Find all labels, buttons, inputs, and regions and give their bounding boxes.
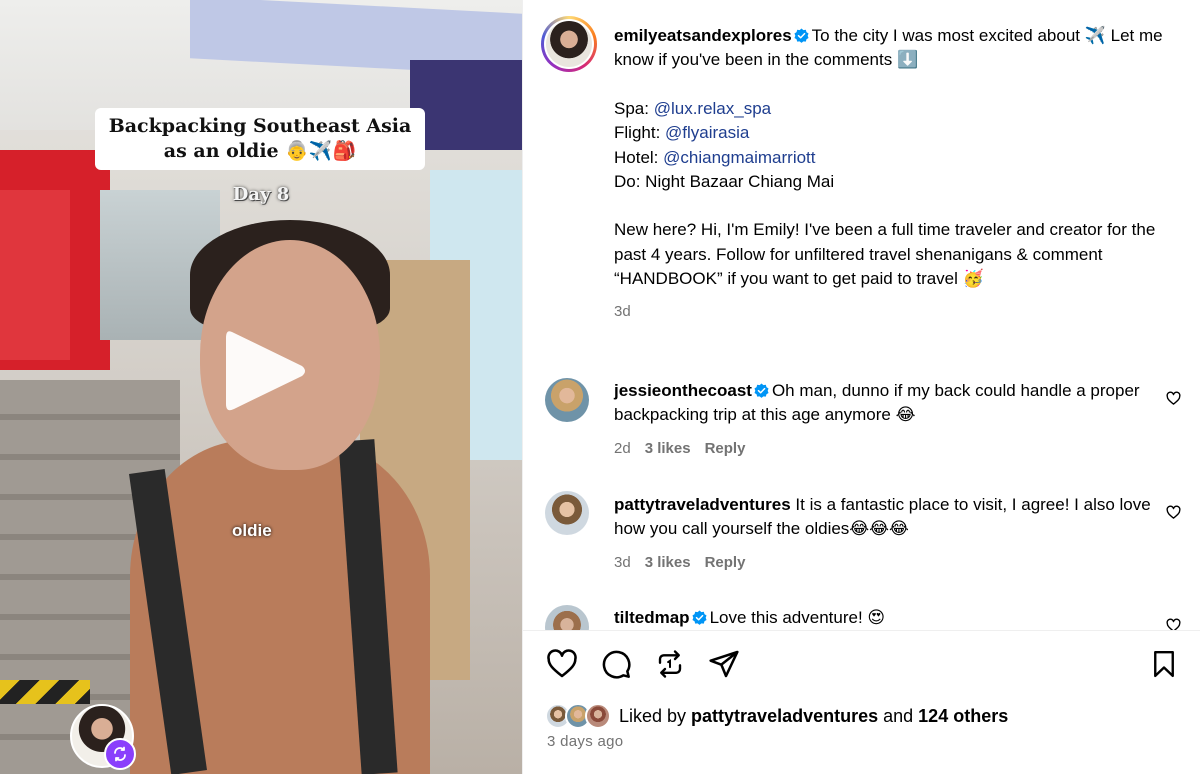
comment-likes[interactable]: 3 likes (645, 554, 691, 571)
comment-avatar[interactable] (545, 491, 589, 535)
caption-spa-label: Spa: (614, 98, 654, 118)
video-scene-wall-panel (0, 190, 70, 360)
liked-by-and: and (878, 706, 919, 726)
comment-item: pattytraveladventures It is a fantastic … (614, 493, 1174, 575)
post-caption: emilyeatsandexplores To the city I was mo… (614, 24, 1174, 324)
mention-link-flight[interactable]: @flyairasia (665, 123, 749, 142)
comment-reply-button[interactable]: Reply (705, 554, 746, 571)
comment-avatar[interactable] (545, 605, 589, 630)
comments-scroll-area[interactable]: emilyeatsandexplores To the city I was mo… (523, 0, 1200, 630)
comment-username[interactable]: pattytraveladventures (614, 495, 791, 514)
video-overlay-title: Backpacking Southeast Asia as an oldie 👵… (95, 108, 425, 170)
comment-time[interactable]: 3d (614, 554, 631, 571)
comment-likes[interactable]: 3 likes (645, 440, 691, 457)
comment-like-heart-icon[interactable] (1166, 505, 1181, 520)
comment-reply-button[interactable]: Reply (705, 440, 746, 457)
caption-do-line: Do: Night Bazaar Chiang Mai (614, 172, 835, 192)
video-overlay-title-line: Backpacking Southeast Asia (108, 115, 412, 137)
liked-by-avatar (585, 703, 611, 729)
liked-by-summary: Liked by pattytraveladventures and 124 o… (619, 705, 1008, 727)
mention-link-spa[interactable]: @lux.relax_spa (654, 99, 771, 118)
like-heart-icon[interactable] (545, 647, 579, 681)
comment-text: Love this adventure! 😍 (709, 608, 886, 627)
repost-icon[interactable] (653, 647, 687, 681)
caption-flight-label: Flight: (614, 123, 666, 143)
author-username[interactable]: emilyeatsandexplores (614, 26, 792, 45)
liked-by-avatars[interactable] (545, 703, 617, 729)
comment-username[interactable]: tiltedmap (614, 608, 690, 627)
liked-by-user-link[interactable]: pattytraveladventures (691, 706, 878, 726)
post-actions-footer: Liked by pattytraveladventures and 124 o… (523, 630, 1200, 774)
author-avatar-image (546, 21, 592, 67)
remix-icon[interactable] (104, 738, 136, 770)
share-send-icon[interactable] (707, 647, 741, 681)
comment-item: jessieonthecoast Oh man, dunno if my back… (614, 379, 1174, 461)
mention-link-hotel[interactable]: @chiangmaimarriott (663, 148, 815, 167)
comment-bubble-icon[interactable] (599, 647, 633, 681)
post-date[interactable]: 3 days ago (547, 733, 623, 750)
author-avatar[interactable] (541, 16, 597, 72)
comment-like-heart-icon[interactable] (1166, 391, 1181, 406)
video-scene-hazard-stripe (0, 680, 90, 704)
post-details-panel: emilyeatsandexplores To the city I was mo… (522, 0, 1200, 774)
liked-by-prefix: Liked by (619, 706, 692, 726)
caption-hotel-label: Hotel: (614, 147, 664, 167)
save-bookmark-icon[interactable] (1147, 647, 1181, 681)
play-icon[interactable] (222, 326, 308, 416)
video-overlay-title-line: as an oldie 👵✈️🎒 (163, 140, 357, 162)
comment-avatar[interactable] (545, 378, 589, 422)
verified-badge-icon (794, 28, 809, 43)
comment-time[interactable]: 2d (614, 440, 631, 457)
comment-item: tiltedmap Love this adventure! 😍 (614, 606, 1174, 630)
post-video[interactable]: Backpacking Southeast Asia as an oldie 👵… (0, 0, 522, 774)
post-timestamp[interactable]: 3d (614, 300, 1174, 324)
video-scene-banner (410, 60, 522, 150)
liked-by-others-link[interactable]: 124 others (918, 706, 1008, 726)
comment-username[interactable]: jessieonthecoast (614, 381, 752, 400)
video-overlay-subtitle: oldie (232, 521, 272, 540)
comment-like-heart-icon[interactable] (1166, 618, 1181, 630)
verified-badge-icon (754, 383, 769, 398)
caption-bio: New here? Hi, I'm Emily! I've been a ful… (614, 220, 1161, 289)
video-overlay-day: Day 8 (232, 184, 290, 205)
verified-badge-icon (692, 610, 707, 625)
